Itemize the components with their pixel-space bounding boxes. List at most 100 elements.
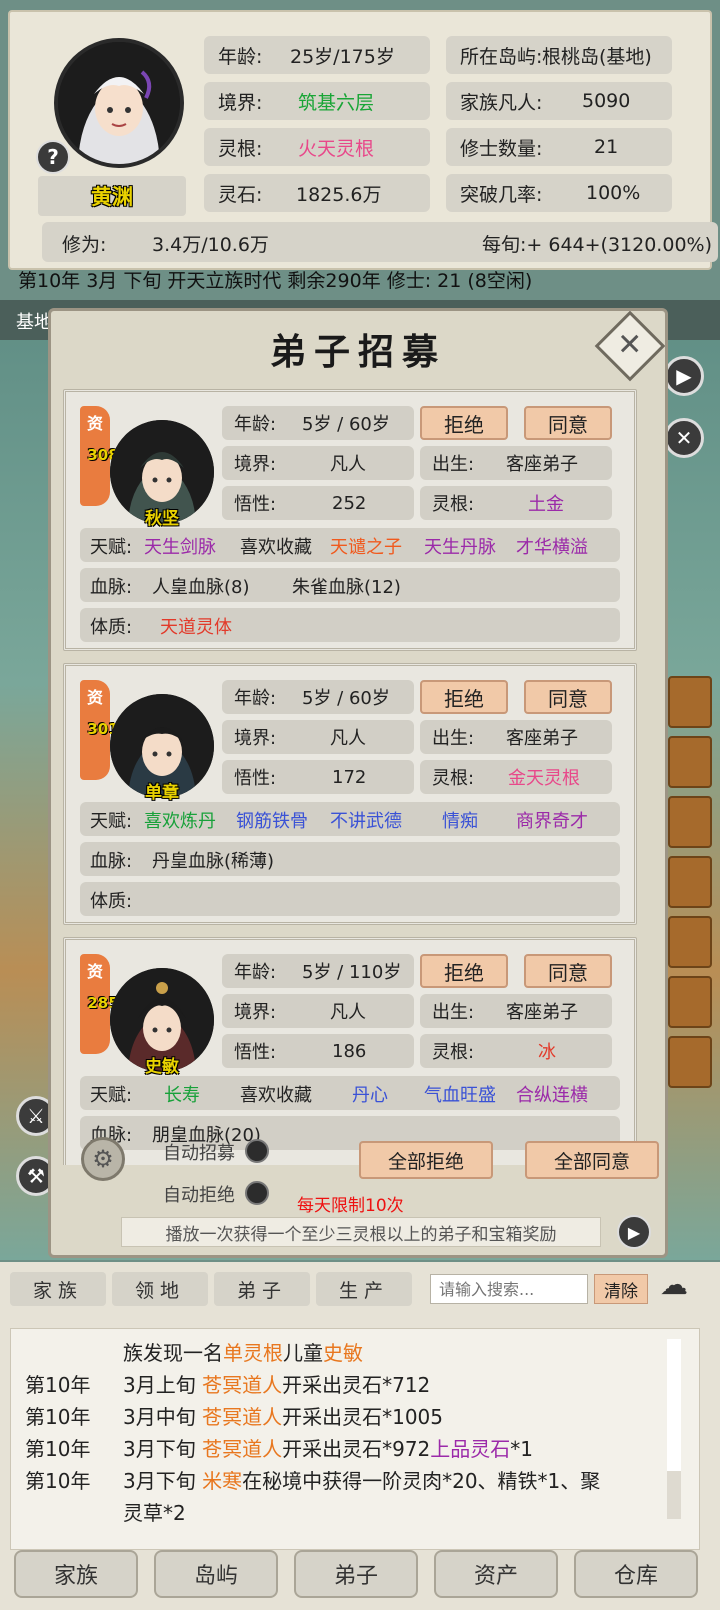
cultivation-bar: 修为: 3.4万/10.6万 每旬:+ 644+(3120.00%)	[42, 222, 718, 262]
realm-cell: 境界: 凡人	[222, 994, 414, 1028]
recruit-dialog: 弟子招募 ✕ 资 308 秋坚 年龄: 5岁 / 60岁 拒绝 同意 境界: 凡…	[48, 308, 668, 1258]
talent-item[interactable]: 情痴	[442, 807, 478, 833]
auto-recruit-toggle[interactable]	[245, 1139, 269, 1163]
log-year: 第10年	[25, 1405, 91, 1429]
accept-button[interactable]: 同意	[524, 680, 612, 714]
cultivation-value: 3.4万/10.6万	[152, 234, 269, 256]
comprehension-label: 悟性:	[234, 494, 277, 515]
root-cell: 灵根: 金天灵根	[420, 760, 612, 794]
talent-item[interactable]: 喜欢炼丹	[144, 807, 216, 833]
talent-item[interactable]: 合纵连横	[516, 1081, 588, 1107]
talent-item[interactable]: 丹心	[352, 1081, 388, 1107]
root-cell: 灵根: 冰	[420, 1034, 612, 1068]
ad-reward-button[interactable]: 播放一次获得一个至少三灵根以上的弟子和宝箱奖励	[121, 1217, 601, 1247]
log-scrollbar[interactable]	[667, 1339, 681, 1519]
talent-item[interactable]: 喜欢收藏	[240, 533, 312, 559]
talent-label: 天赋:	[90, 537, 133, 558]
auto-reject-toggle[interactable]	[245, 1181, 269, 1205]
origin-cell: 出生: 客座弟子	[420, 994, 612, 1028]
talent-item[interactable]: 喜欢收藏	[240, 1081, 312, 1107]
candidate-name: 史敏	[145, 1057, 179, 1077]
reject-button[interactable]: 拒绝	[420, 680, 508, 714]
tab-production[interactable]: 生产	[316, 1272, 412, 1306]
log-fragment: 在秘境中获得一阶灵肉*20、精铁*1、聚	[242, 1469, 601, 1493]
age-cell: 年龄: 5岁 / 110岁	[222, 954, 414, 988]
log-fragment: *1	[510, 1437, 534, 1461]
age-value: 5岁 / 60岁	[302, 688, 390, 709]
realm-cell: 境界: 凡人	[222, 446, 414, 480]
comprehension-value: 186	[332, 1040, 367, 1062]
close-map-icon[interactable]: ✕	[664, 418, 704, 458]
realm-value: 凡人	[330, 1002, 366, 1023]
age-label: 年龄:	[218, 45, 263, 68]
map-tile[interactable]	[668, 1036, 712, 1088]
map-tile[interactable]	[668, 976, 712, 1028]
map-tile[interactable]	[668, 916, 712, 968]
tab-disciples[interactable]: 弟子	[214, 1272, 310, 1306]
map-tile[interactable]	[668, 796, 712, 848]
talent-item[interactable]: 才华横溢	[516, 533, 588, 559]
age-cell: 年龄: 5岁 / 60岁	[222, 406, 414, 440]
cultivators-label: 修士数量:	[460, 137, 543, 160]
log-text: 3月下旬 米寒在秘境中获得一阶灵肉*20、精铁*1、聚	[123, 1465, 600, 1494]
character-avatar[interactable]	[54, 38, 184, 168]
age-label: 年龄:	[234, 414, 277, 435]
tab-territory[interactable]: 领地	[112, 1272, 208, 1306]
accept-button[interactable]: 同意	[524, 954, 612, 988]
talent-item[interactable]: 天谴之子	[330, 533, 402, 559]
clear-button[interactable]: 清除	[594, 1274, 648, 1304]
island-stat[interactable]: 所在岛屿: 根桃岛(基地)	[446, 36, 672, 74]
help-icon[interactable]: ?	[36, 140, 70, 174]
map-tile[interactable]	[668, 856, 712, 908]
log-scrollbar-thumb[interactable]	[667, 1339, 681, 1471]
reject-all-button[interactable]: 全部拒绝	[359, 1141, 493, 1179]
talent-row: 天赋: 长寿 喜欢收藏 丹心 气血旺盛 合纵连横	[80, 1076, 620, 1110]
talent-row: 天赋: 喜欢炼丹 钢筋铁骨 不讲武德 情痴 商界奇才	[80, 802, 620, 836]
aptitude-tag: 资 301	[80, 680, 119, 780]
accept-all-button[interactable]: 全部同意	[525, 1141, 659, 1179]
nav-disciples[interactable]: 弟子	[294, 1550, 418, 1598]
origin-value: 客座弟子	[506, 1002, 578, 1023]
nav-islands[interactable]: 岛屿	[154, 1550, 278, 1598]
bloodline-row: 血脉: 人皇血脉(8) 朱雀血脉(12)	[80, 568, 620, 602]
ad-play-icon[interactable]: ▶	[617, 1215, 651, 1249]
candidate-card: 资 301 单章 年龄: 5岁 / 60岁 拒绝 同意 境界: 凡人 出生: 客…	[63, 663, 637, 925]
talent-item[interactable]: 气血旺盛	[424, 1081, 496, 1107]
talent-item[interactable]: 不讲武德	[330, 807, 402, 833]
map-tile[interactable]	[668, 736, 712, 788]
talent-item[interactable]: 天生剑脉	[144, 533, 216, 559]
log-text: 3月中旬 苍冥道人开采出灵石*1005	[123, 1401, 443, 1430]
cloud-icon[interactable]: ☁	[660, 1268, 688, 1301]
talent-item[interactable]: 商界奇才	[516, 807, 588, 833]
talent-item[interactable]: 天生丹脉	[424, 533, 496, 559]
log-highlight: 单灵根	[223, 1341, 283, 1365]
search-input[interactable]	[430, 1274, 588, 1304]
log-entry: 灵草*2	[11, 1497, 661, 1527]
reject-button[interactable]: 拒绝	[420, 954, 508, 988]
realm-cell: 境界: 凡人	[222, 720, 414, 754]
realm-label: 境界:	[234, 1002, 277, 1023]
settings-gear-icon[interactable]: ⚙	[81, 1137, 125, 1181]
log-fragment: 开采出灵石*712	[282, 1373, 431, 1397]
log-highlight: 上品灵石	[430, 1437, 511, 1461]
candidate-list[interactable]: 资 308 秋坚 年龄: 5岁 / 60岁 拒绝 同意 境界: 凡人 出生: 客…	[63, 389, 659, 1165]
breakthrough-label: 突破几率:	[460, 183, 543, 206]
log-fragment: 3月下旬	[123, 1437, 203, 1461]
map-tile[interactable]	[668, 676, 712, 728]
log-text: 3月下旬 苍冥道人开采出灵石*972上品灵石*1	[123, 1433, 533, 1462]
talent-item[interactable]: 长寿	[164, 1081, 200, 1107]
play-icon[interactable]: ▶	[664, 356, 704, 396]
nav-warehouse[interactable]: 仓库	[574, 1550, 698, 1598]
nav-assets[interactable]: 资产	[434, 1550, 558, 1598]
tab-family[interactable]: 家族	[10, 1272, 106, 1306]
accept-button[interactable]: 同意	[524, 406, 612, 440]
talent-item[interactable]: 钢筋铁骨	[236, 807, 308, 833]
root-cell: 灵根: 土金	[420, 486, 612, 520]
event-log[interactable]: 族发现一名单灵根儿童史敏 第10年 3月上旬 苍冥道人开采出灵石*712 第10年 3月…	[10, 1328, 700, 1550]
per-period-gain: 每旬:+ 644+(3120.00%)	[482, 234, 712, 256]
reject-button[interactable]: 拒绝	[420, 406, 508, 440]
cultivation-label: 修为:	[62, 234, 107, 256]
nav-family[interactable]: 家族	[14, 1550, 138, 1598]
cultivators-stat: 修士数量: 21	[446, 128, 672, 166]
age-value: 5岁 / 60岁	[302, 414, 390, 435]
